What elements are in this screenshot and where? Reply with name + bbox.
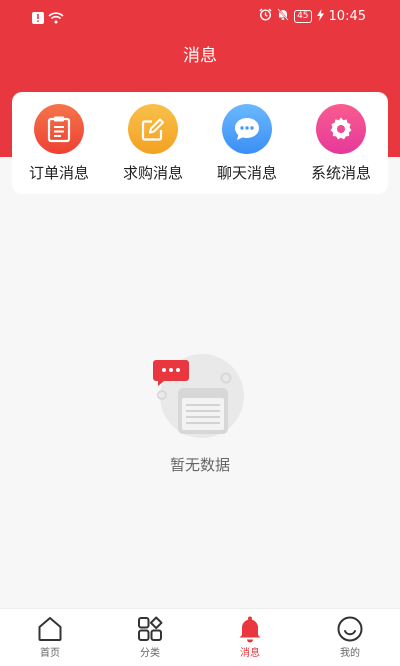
tab-label: 分类	[140, 648, 160, 659]
tab-label: 首页	[40, 648, 60, 659]
wifi-icon	[48, 9, 64, 28]
bell-icon	[200, 614, 300, 644]
alarm-icon	[259, 8, 272, 24]
tab-label: 消息	[240, 648, 260, 659]
category-system-messages[interactable]: 系统消息	[294, 104, 388, 183]
category-order-messages[interactable]: 订单消息	[12, 104, 106, 183]
home-icon	[0, 614, 100, 644]
category-label: 系统消息	[310, 164, 371, 182]
mute-bell-icon	[277, 8, 289, 24]
status-time: 10:45	[328, 8, 366, 24]
tab-label: 我的	[340, 648, 360, 659]
empty-state-illustration	[150, 354, 250, 448]
edit-icon	[128, 104, 178, 154]
battery-indicator: 45	[294, 9, 312, 23]
empty-state-text: 暂无数据	[169, 456, 230, 474]
message-category-card: 订单消息 求购消息 聊天消息 系统消息	[12, 92, 388, 194]
chat-bubble-icon	[222, 104, 272, 154]
category-label: 订单消息	[28, 164, 89, 182]
tab-profile[interactable]: 我的	[300, 614, 400, 662]
smiley-profile-icon	[300, 614, 400, 644]
category-label: 聊天消息	[216, 164, 277, 182]
bottom-tab-bar: 首页 分类 消息 我的	[0, 608, 400, 666]
status-bar: 45 10:45	[0, 0, 400, 32]
tab-category[interactable]: 分类	[100, 614, 200, 662]
tab-home[interactable]: 首页	[0, 614, 100, 662]
category-chat-messages[interactable]: 聊天消息	[200, 104, 294, 183]
tab-messages[interactable]: 消息	[200, 614, 300, 662]
category-purchase-messages[interactable]: 求购消息	[106, 104, 200, 183]
clipboard-icon	[34, 104, 84, 154]
category-grid-icon	[100, 614, 200, 644]
notification-alert-icon	[32, 9, 44, 28]
charging-bolt-icon	[316, 8, 324, 24]
page-title: 消息	[183, 46, 217, 66]
gear-icon	[316, 104, 366, 154]
category-label: 求购消息	[122, 164, 183, 182]
